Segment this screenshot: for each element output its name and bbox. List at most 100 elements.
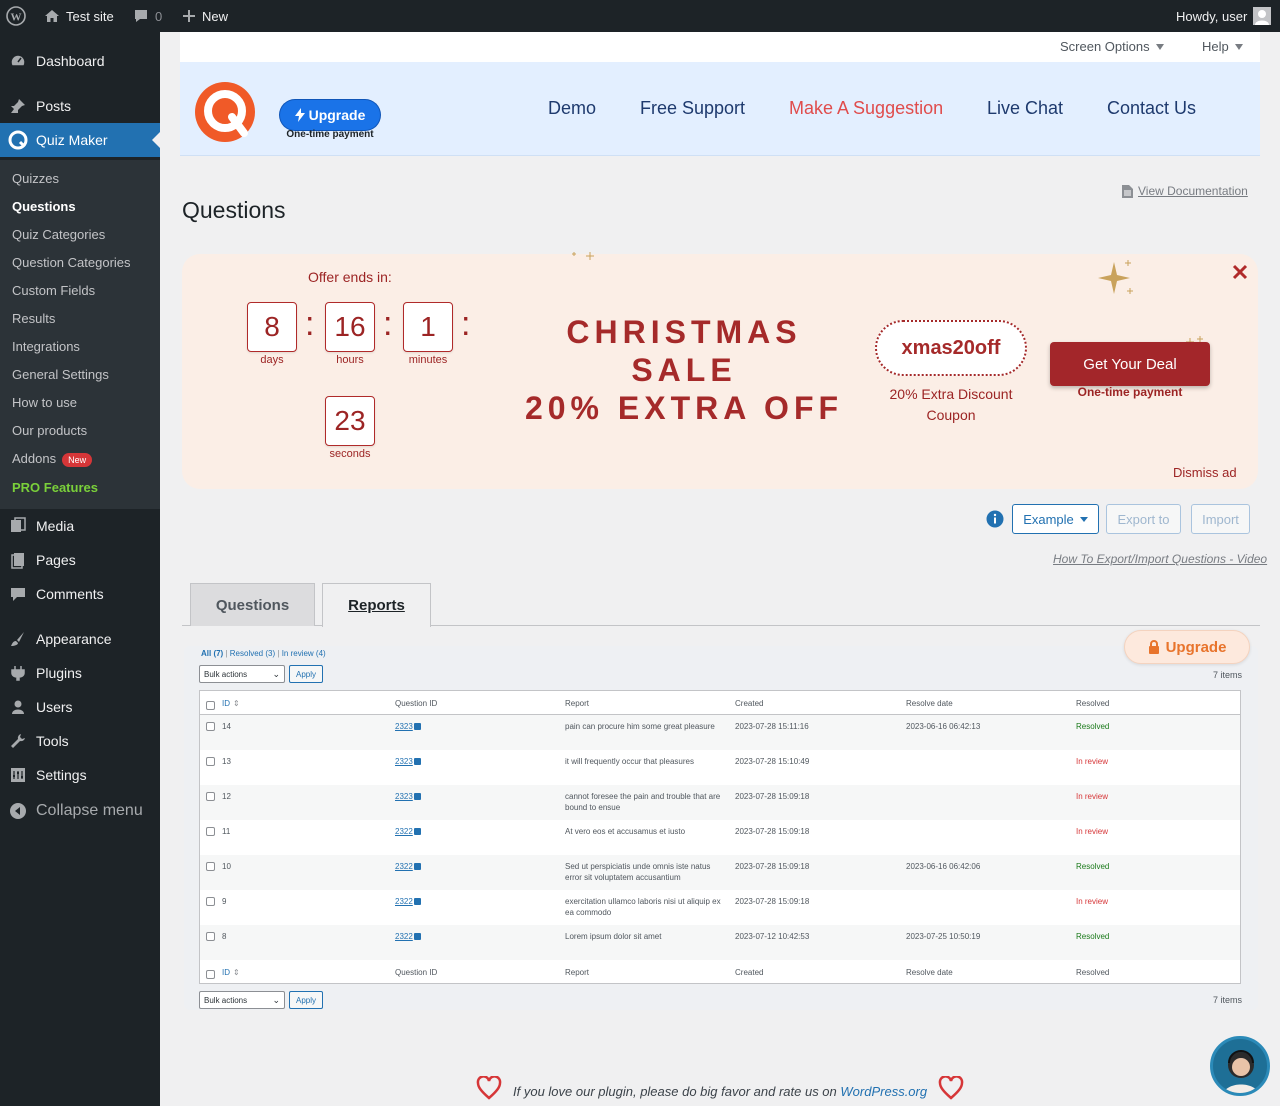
question-id-link[interactable]: 2323 bbox=[395, 721, 413, 732]
row-checkbox[interactable] bbox=[206, 792, 215, 801]
nav-contact-us[interactable]: Contact Us bbox=[1107, 98, 1196, 119]
edit-icon[interactable] bbox=[414, 828, 421, 835]
column-header[interactable]: ID bbox=[222, 698, 230, 709]
sort-icon[interactable]: ⇕ bbox=[233, 698, 240, 709]
report-id: 14 bbox=[222, 722, 231, 731]
menu-media[interactable]: Media bbox=[0, 509, 160, 543]
site-name-link[interactable]: Test site bbox=[44, 0, 114, 32]
nav-live-chat[interactable]: Live Chat bbox=[987, 98, 1063, 119]
menu-pages[interactable]: Pages bbox=[0, 543, 160, 577]
menu-settings[interactable]: Settings bbox=[0, 758, 160, 792]
submenu-results[interactable]: Results bbox=[12, 311, 55, 326]
submenu-integrations[interactable]: Integrations bbox=[12, 339, 80, 354]
new-content-link[interactable]: New bbox=[182, 0, 228, 32]
edit-icon[interactable] bbox=[414, 758, 421, 765]
question-id-link[interactable]: 2322 bbox=[395, 826, 413, 837]
export-button[interactable]: Export to bbox=[1106, 504, 1181, 534]
apply-button-bottom[interactable]: Apply bbox=[289, 991, 323, 1009]
row-checkbox[interactable] bbox=[206, 722, 215, 731]
collapse-label: Collapse menu bbox=[36, 802, 143, 819]
column-header[interactable]: ID bbox=[222, 967, 230, 978]
row-checkbox[interactable] bbox=[206, 897, 215, 906]
row-checkbox[interactable] bbox=[206, 827, 215, 836]
question-id-link[interactable]: 2322 bbox=[395, 896, 413, 907]
menu-label: Quiz Maker bbox=[36, 132, 108, 148]
menu-comments[interactable]: Comments bbox=[0, 577, 160, 611]
table-row: 14 2323 pain can procure him some great pl… bbox=[200, 715, 1240, 750]
import-button[interactable]: Import bbox=[1191, 504, 1250, 534]
edit-icon[interactable] bbox=[414, 898, 421, 905]
menu-plugins[interactable]: Plugins bbox=[0, 656, 160, 690]
menu-posts[interactable]: Posts bbox=[0, 89, 160, 123]
report-id: 13 bbox=[222, 757, 231, 766]
my-account-link[interactable]: Howdy, user bbox=[1176, 0, 1272, 32]
row-checkbox[interactable] bbox=[206, 862, 215, 871]
live-chat-avatar[interactable] bbox=[1210, 1036, 1270, 1096]
quiz-maker-submenu: Quizzes Questions Quiz Categories Questi… bbox=[0, 160, 160, 509]
submenu-how-to-use[interactable]: How to use bbox=[12, 395, 77, 410]
filter-all[interactable]: All (7) bbox=[201, 649, 223, 658]
select-all-checkbox[interactable] bbox=[206, 970, 215, 979]
submenu-quizzes[interactable]: Quizzes bbox=[12, 171, 59, 186]
submenu-addons[interactable]: Addons New bbox=[12, 451, 93, 467]
view-documentation-link[interactable]: View Documentation bbox=[1122, 184, 1248, 198]
wordpress-logo-icon[interactable]: W bbox=[6, 0, 26, 32]
filter-in-review[interactable]: In review (4) bbox=[282, 649, 326, 658]
edit-icon[interactable] bbox=[414, 723, 421, 730]
help-button[interactable]: Help bbox=[1202, 39, 1243, 54]
bulk-actions-select-bottom[interactable]: Bulk actions ⌄ bbox=[199, 991, 285, 1009]
submenu-question-categories[interactable]: Question Categories bbox=[12, 255, 131, 270]
question-id-link[interactable]: 2322 bbox=[395, 861, 413, 872]
submenu-pro-features[interactable]: PRO Features bbox=[12, 480, 98, 495]
coupon-code[interactable]: xmas20off bbox=[875, 320, 1027, 376]
edit-icon[interactable] bbox=[414, 793, 421, 800]
wordpress-org-link[interactable]: WordPress.org bbox=[840, 1084, 927, 1099]
example-label: Example bbox=[1023, 511, 1074, 527]
row-checkbox[interactable] bbox=[206, 757, 215, 766]
row-checkbox[interactable] bbox=[206, 932, 215, 941]
info-icon[interactable] bbox=[986, 510, 1004, 528]
report-text: At vero eos et accusamus et iusto bbox=[565, 827, 686, 836]
menu-quiz-maker[interactable]: Quiz Maker bbox=[0, 123, 160, 157]
filter-resolved[interactable]: Resolved (3) bbox=[230, 649, 275, 658]
dismiss-ad-link[interactable]: Dismiss ad bbox=[1173, 465, 1237, 480]
help-label: Help bbox=[1202, 39, 1229, 54]
submenu-our-products[interactable]: Our products bbox=[12, 423, 87, 438]
footer-text: If you love our plugin, please do big fa… bbox=[513, 1084, 927, 1099]
upgrade-button[interactable]: Upgrade bbox=[280, 100, 380, 130]
select-all-checkbox[interactable] bbox=[206, 701, 215, 710]
menu-dashboard[interactable]: Dashboard bbox=[0, 44, 160, 78]
submenu-quiz-categories[interactable]: Quiz Categories bbox=[12, 227, 105, 242]
close-icon[interactable] bbox=[1232, 264, 1248, 280]
tab-reports[interactable]: Reports bbox=[322, 583, 431, 627]
submenu-general-settings[interactable]: General Settings bbox=[12, 367, 109, 382]
nav-make-a-suggestion[interactable]: Make A Suggestion bbox=[789, 98, 943, 119]
apply-button-top[interactable]: Apply bbox=[289, 665, 323, 683]
nav-demo[interactable]: Demo bbox=[548, 98, 596, 119]
export-import-video-link[interactable]: How To Export/Import Questions - Video bbox=[1053, 552, 1267, 566]
question-id-link[interactable]: 2323 bbox=[395, 756, 413, 767]
menu-users[interactable]: Users bbox=[0, 690, 160, 724]
question-id-link[interactable]: 2322 bbox=[395, 931, 413, 942]
report-id: 8 bbox=[222, 932, 227, 941]
bulk-actions-select-top[interactable]: Bulk actions ⌄ bbox=[199, 665, 285, 683]
question-id-link[interactable]: 2323 bbox=[395, 791, 413, 802]
column-header: Report bbox=[565, 968, 590, 977]
menu-tools[interactable]: Tools bbox=[0, 724, 160, 758]
sort-icon[interactable]: ⇕ bbox=[233, 967, 240, 978]
edit-icon[interactable] bbox=[414, 933, 421, 940]
edit-icon[interactable] bbox=[414, 863, 421, 870]
screen-meta-bar: Screen Options Help bbox=[180, 32, 1260, 62]
get-your-deal-button[interactable]: Get Your Deal bbox=[1050, 342, 1210, 386]
menu-appearance[interactable]: Appearance bbox=[0, 622, 160, 656]
collapse-menu[interactable]: Collapse menu bbox=[0, 794, 160, 828]
example-dropdown[interactable]: Example bbox=[1012, 504, 1099, 534]
reports-upgrade-button[interactable]: Upgrade bbox=[1124, 630, 1250, 664]
nav-free-support[interactable]: Free Support bbox=[640, 98, 745, 119]
tab-questions[interactable]: Questions bbox=[190, 583, 315, 626]
countdown-seconds: 23 bbox=[325, 396, 375, 446]
screen-options-button[interactable]: Screen Options bbox=[1060, 39, 1164, 54]
comments-link[interactable]: 0 bbox=[133, 0, 162, 32]
submenu-custom-fields[interactable]: Custom Fields bbox=[12, 283, 95, 298]
submenu-questions[interactable]: Questions bbox=[12, 199, 76, 214]
